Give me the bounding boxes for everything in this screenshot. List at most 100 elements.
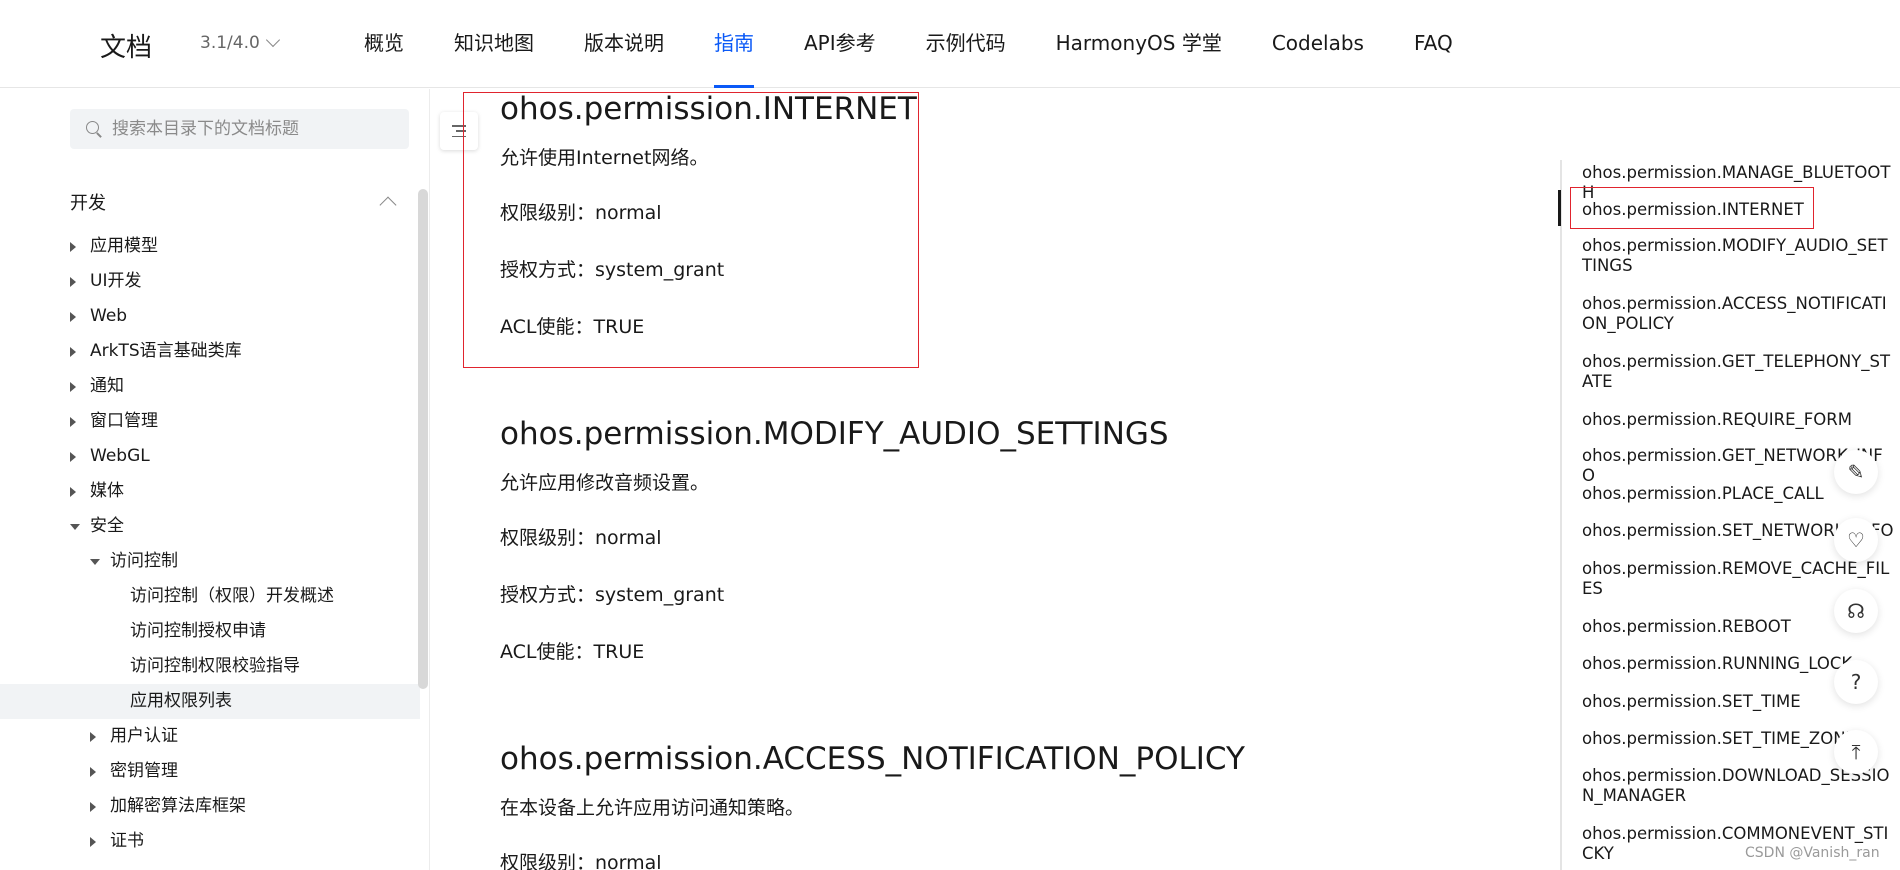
tree-item-ac-request[interactable]: 访问控制授权申请: [0, 614, 420, 649]
sidebar-search[interactable]: [70, 109, 409, 149]
caret-right-icon: [70, 347, 76, 357]
tree-item-web[interactable]: Web: [0, 299, 420, 334]
toc-active-marker: [1558, 190, 1561, 226]
caret-right-icon: [70, 452, 76, 462]
heart-icon: ♡: [1847, 528, 1865, 552]
tree-item-label: 加解密算法库框架: [110, 796, 246, 816]
tree-item-label: 访问控制权限校验指导: [130, 656, 300, 676]
sidebar-scrollbar[interactable]: [418, 189, 428, 689]
tree-item-app-model[interactable]: 应用模型: [0, 229, 420, 264]
nav-guide[interactable]: 指南: [714, 0, 754, 88]
permission-level: 权限级别：normal: [500, 852, 662, 870]
nav-knowledge-map[interactable]: 知识地图: [454, 0, 534, 88]
tree-item-label: 证书: [110, 831, 144, 851]
tree-item-label: 访问控制授权申请: [130, 621, 266, 641]
arrow-up-icon: ⤒: [1851, 740, 1861, 764]
toc-item[interactable]: ohos.permission.ACCESS_NOTIFICATION_POLI…: [1582, 294, 1894, 334]
caret-right-icon: [90, 802, 96, 812]
tree-item-window[interactable]: 窗口管理: [0, 404, 420, 439]
tree-item-label: 通知: [90, 376, 124, 396]
tree-item-notification[interactable]: 通知: [0, 369, 420, 404]
nav-api-reference[interactable]: API参考: [804, 0, 876, 88]
caret-right-icon: [70, 277, 76, 287]
version-label: 3.1/4.0: [200, 33, 260, 53]
annotation-highlight-toc: [1570, 187, 1814, 229]
permission-grant: 授权方式：system_grant: [500, 584, 725, 606]
headset-icon: ☊: [1847, 599, 1865, 623]
tree-item-ac-overview[interactable]: 访问控制（权限）开发概述: [0, 579, 420, 614]
caret-right-icon: [90, 732, 96, 742]
tree-item-label: UI开发: [90, 271, 142, 291]
tree-item-user-auth[interactable]: 用户认证: [0, 719, 420, 754]
caret-right-icon: [70, 242, 76, 252]
tree-item-label: 密钥管理: [110, 761, 178, 781]
tree-item-arkts[interactable]: ArkTS语言基础类库: [0, 334, 420, 369]
tree-item-access-control[interactable]: 访问控制: [0, 544, 420, 579]
caret-down-icon: [90, 559, 100, 565]
toc-item[interactable]: ohos.permission.MODIFY_AUDIO_SETTINGS: [1582, 236, 1894, 276]
nav-harmonyos-academy[interactable]: HarmonyOS 学堂: [1056, 0, 1222, 88]
tree-item-label: 用户认证: [110, 726, 178, 746]
tree-item-label: 访问控制（权限）开发概述: [130, 586, 334, 606]
search-icon: [86, 121, 102, 137]
tree-item-security[interactable]: 安全: [0, 509, 420, 544]
tree-item-label: 访问控制: [110, 551, 178, 571]
annotation-highlight: [463, 92, 919, 368]
tree-item-media[interactable]: 媒体: [0, 474, 420, 509]
chevron-down-icon: [265, 32, 280, 48]
tree-item-webgl[interactable]: WebGL: [0, 439, 420, 474]
help-button[interactable]: ?: [1834, 660, 1878, 704]
sidebar: 开发 应用模型 UI开发 Web ArkTS语言基础类库 通知 窗口管理 Web…: [0, 89, 430, 870]
question-icon: ?: [1850, 670, 1862, 694]
nav-sample-code[interactable]: 示例代码: [926, 0, 1006, 88]
version-selector[interactable]: 3.1/4.0: [200, 32, 280, 53]
section-title: 开发: [70, 193, 106, 214]
tree-item-label: 应用模型: [90, 236, 158, 256]
watermark: CSDN @Vanish_ran: [1745, 845, 1880, 861]
permission-title: ohos.permission.ACCESS_NOTIFICATION_POLI…: [500, 741, 1245, 777]
tree-item-ac-verify[interactable]: 访问控制权限校验指导: [0, 649, 420, 684]
customer-service-button[interactable]: ☊: [1834, 589, 1878, 633]
tree-item-key-mgmt[interactable]: 密钥管理: [0, 754, 420, 789]
back-to-top-button[interactable]: ⤒: [1834, 730, 1878, 774]
search-input[interactable]: [112, 119, 392, 139]
brand-title[interactable]: 文档: [100, 27, 152, 64]
feedback-edit-button[interactable]: ✎: [1834, 450, 1878, 494]
tree-item-label: Web: [90, 306, 128, 326]
permission-acl: ACL使能：TRUE: [500, 641, 645, 663]
chevron-up-icon[interactable]: [379, 196, 397, 214]
tree-item-label: 窗口管理: [90, 411, 158, 431]
toc-item[interactable]: ohos.permission.GET_TELEPHONY_STATE: [1582, 352, 1894, 392]
tree-item-label: WebGL: [90, 446, 150, 466]
nav-release-notes[interactable]: 版本说明: [584, 0, 664, 88]
nav-overview[interactable]: 概览: [364, 0, 404, 88]
tree-item-certificate[interactable]: 证书: [0, 824, 420, 859]
top-header: 文档 3.1/4.0 概览 知识地图 版本说明 指南 API参考 示例代码 Ha…: [0, 0, 1900, 88]
favorite-button[interactable]: ♡: [1834, 518, 1878, 562]
sidebar-tree: 应用模型 UI开发 Web ArkTS语言基础类库 通知 窗口管理 WebGL …: [0, 229, 420, 859]
tree-item-label: 应用权限列表: [130, 691, 232, 711]
tree-item-permission-list[interactable]: 应用权限列表: [0, 684, 420, 719]
caret-down-icon: [70, 524, 80, 530]
caret-right-icon: [70, 382, 76, 392]
permission-title: ohos.permission.MODIFY_AUDIO_SETTINGS: [500, 416, 1169, 452]
nav-faq[interactable]: FAQ: [1414, 0, 1453, 88]
permission-level: 权限级别：normal: [500, 527, 662, 549]
permission-desc: 在本设备上允许应用访问通知策略。: [500, 797, 805, 819]
tree-item-label: ArkTS语言基础类库: [90, 341, 242, 361]
section-header[interactable]: 开发: [70, 189, 400, 215]
nav-codelabs[interactable]: Codelabs: [1272, 0, 1364, 88]
toc-item[interactable]: ohos.permission.REQUIRE_FORM: [1582, 410, 1894, 430]
top-nav: 概览 知识地图 版本说明 指南 API参考 示例代码 HarmonyOS 学堂 …: [364, 0, 1503, 88]
caret-right-icon: [70, 417, 76, 427]
tree-item-crypto[interactable]: 加解密算法库框架: [0, 789, 420, 824]
tree-item-ui-dev[interactable]: UI开发: [0, 264, 420, 299]
tree-item-label: 媒体: [90, 481, 124, 501]
caret-right-icon: [70, 487, 76, 497]
tree-item-label: 安全: [90, 516, 124, 536]
caret-right-icon: [90, 837, 96, 847]
permission-section: ohos.permission.ACCESS_NOTIFICATION_POLI…: [500, 741, 1245, 870]
permission-section: ohos.permission.MODIFY_AUDIO_SETTINGS 允许…: [500, 416, 1169, 694]
edit-icon: ✎: [1847, 460, 1865, 484]
caret-right-icon: [90, 767, 96, 777]
